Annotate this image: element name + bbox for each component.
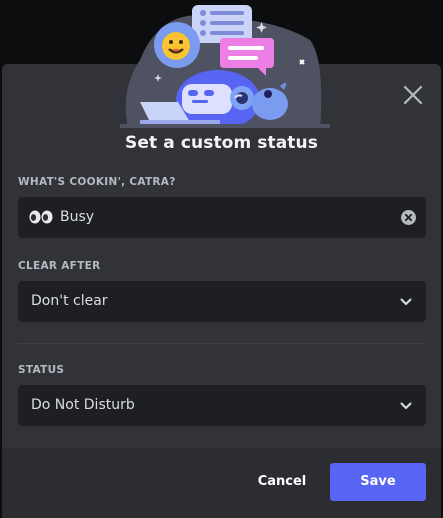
close-icon[interactable]: [402, 84, 424, 106]
eyes-emoji-icon[interactable]: [29, 210, 53, 224]
status-select[interactable]: Do Not Disturb: [18, 385, 426, 426]
chevron-down-icon: [400, 402, 412, 409]
modal-title: Set a custom status: [125, 133, 318, 153]
custom-status-value: Busy: [60, 209, 95, 225]
page-backdrop: Set a custom status WHAT'S COOKIN', CATR…: [0, 0, 443, 518]
clear-after-label: CLEAR AFTER: [18, 260, 101, 272]
clear-after-select[interactable]: Don't clear: [18, 281, 426, 322]
status-value: Do Not Disturb: [31, 397, 135, 413]
custom-status-input[interactable]: Busy: [18, 197, 426, 238]
custom-status-illustration-icon: [120, 5, 330, 128]
chevron-down-icon: [400, 298, 412, 305]
clear-circle-icon[interactable]: [401, 210, 416, 225]
status-label: STATUS: [18, 364, 65, 376]
custom-status-label: WHAT'S COOKIN', CATRA?: [18, 176, 176, 188]
clear-after-value: Don't clear: [31, 293, 108, 309]
cancel-button[interactable]: Cancel: [248, 463, 316, 501]
save-button[interactable]: Save: [330, 463, 426, 501]
section-divider: [18, 343, 426, 344]
